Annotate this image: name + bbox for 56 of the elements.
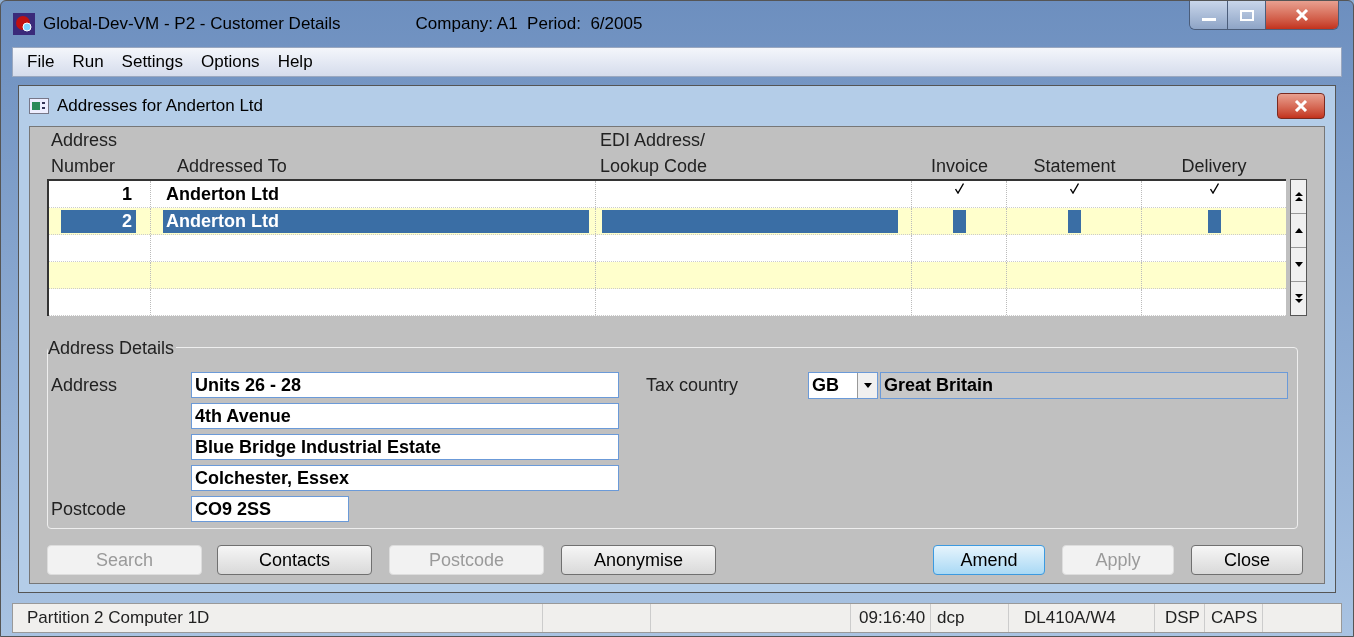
- column-header: Lookup Code: [600, 155, 709, 178]
- close-button[interactable]: [1266, 1, 1338, 29]
- checkbox-cursor[interactable]: [1207, 209, 1221, 233]
- field-label: Tax country: [646, 374, 740, 397]
- country-code-dropdown[interactable]: GB: [808, 372, 878, 399]
- checkbox-cursor[interactable]: [1067, 209, 1081, 233]
- status-code: DL410A/W4: [1009, 604, 1155, 632]
- double-up-icon: [1294, 192, 1303, 201]
- status-time: 09:16:40: [851, 604, 931, 632]
- checkbox-cursor[interactable]: [952, 209, 966, 233]
- company-period: Company: A1 Period: 6/2005: [415, 13, 643, 36]
- close-icon: [1294, 100, 1308, 112]
- status-text: Partition 2 Computer 1D: [13, 604, 543, 632]
- table-cell: 2: [61, 209, 136, 233]
- dialog-title: Addresses for Anderton Ltd: [57, 95, 264, 118]
- menu-item[interactable]: Run: [70, 49, 106, 75]
- input-field[interactable]: Colchester, Essex: [191, 465, 619, 491]
- status-mode: DSP: [1155, 604, 1205, 632]
- table-cell-text: 1: [121, 182, 133, 206]
- dropdown-icon: [863, 383, 872, 388]
- down-icon: [1294, 262, 1303, 267]
- column-header: Invoice: [930, 155, 988, 178]
- button[interactable]: Contacts: [217, 545, 372, 575]
- input-field[interactable]: Blue Bridge Industrial Estate: [191, 434, 619, 460]
- column-header: EDI Address/: [600, 129, 707, 152]
- close-button[interactable]: [1277, 93, 1325, 119]
- column-header: Delivery: [1181, 155, 1247, 178]
- column-header: Number: [51, 155, 117, 178]
- column-header: Addressed To: [177, 155, 288, 178]
- input-field[interactable]: 4th Avenue: [191, 403, 619, 429]
- menu-item[interactable]: Settings: [119, 49, 186, 75]
- window-icon: [29, 98, 49, 114]
- maximize-button[interactable]: [1228, 1, 1266, 29]
- input-field[interactable]: Units 26 - 28: [191, 372, 619, 398]
- minimize-button[interactable]: [1190, 1, 1228, 29]
- button[interactable]: Anonymise: [561, 545, 716, 575]
- double-down-icon: [1294, 294, 1303, 303]
- window-title: Global-Dev-VM - P2 - Customer Details: [43, 13, 341, 36]
- button[interactable]: Amend: [933, 545, 1045, 575]
- column-header: Statement: [1033, 155, 1116, 178]
- field-label: Postcode: [51, 498, 128, 521]
- field-label: Address: [51, 374, 119, 397]
- status-caps: CAPS: [1205, 604, 1263, 632]
- table-cell: Anderton Ltd: [163, 209, 589, 233]
- table-cell-text: Anderton Ltd: [165, 182, 280, 206]
- button[interactable]: Close: [1191, 545, 1303, 575]
- up-icon: [1294, 228, 1303, 233]
- close-icon: [1295, 9, 1309, 21]
- input-field[interactable]: CO9 2SS: [191, 496, 349, 522]
- menu-item[interactable]: Options: [199, 49, 262, 75]
- column-header: Address: [51, 129, 119, 152]
- menu-item[interactable]: File: [25, 49, 57, 75]
- menu-item[interactable]: Help: [275, 49, 315, 75]
- country-name-field: Great Britain: [880, 372, 1288, 399]
- status-user: dcp: [931, 604, 1009, 632]
- app-icon: [13, 13, 35, 35]
